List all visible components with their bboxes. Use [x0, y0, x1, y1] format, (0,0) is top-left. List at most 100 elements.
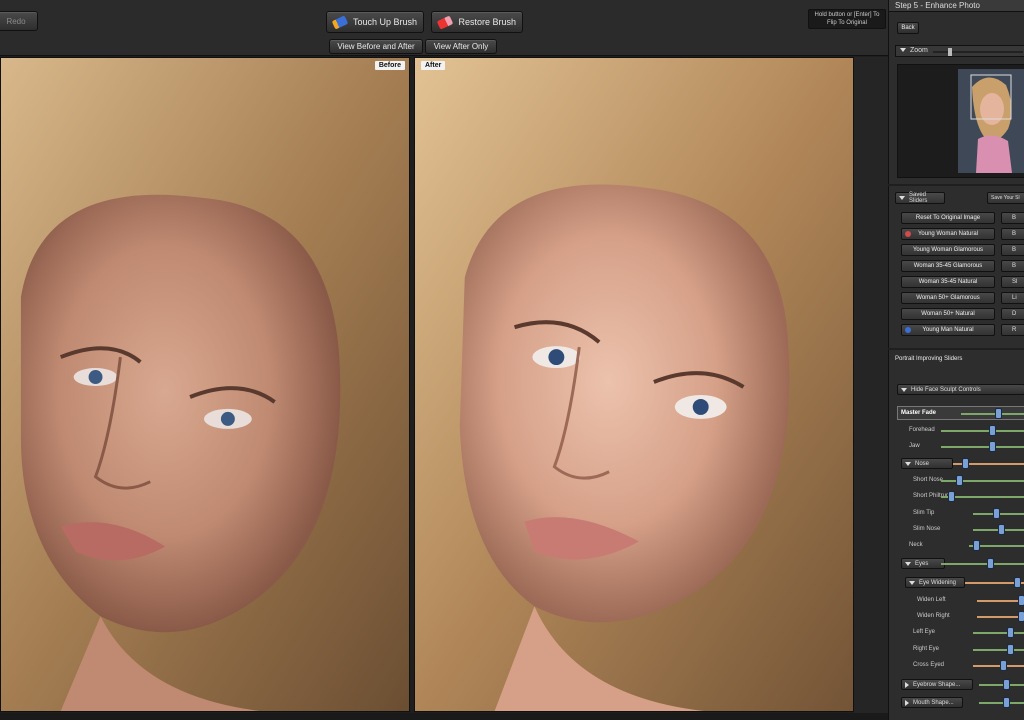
master-fade-slider-track[interactable]	[961, 409, 1024, 418]
preset-button[interactable]: Woman 50+ Glamorous	[901, 292, 995, 304]
widen-right-slider-track[interactable]	[977, 612, 1024, 621]
touch-up-brush-label: Touch Up Brush	[352, 17, 417, 27]
slim-nose-slider-thumb[interactable]	[999, 525, 1004, 534]
hide-face-sculpt-toggle[interactable]: Hide Face Sculpt Controls	[897, 384, 1024, 395]
preset-button[interactable]: Woman 35-45 Natural	[901, 276, 995, 288]
redo-button[interactable]: Redo	[0, 11, 38, 31]
cross-eyed-slider-thumb[interactable]	[1001, 661, 1006, 670]
before-label: Before	[374, 61, 405, 70]
neck-slider-thumb[interactable]	[974, 541, 979, 550]
forehead-slider[interactable]: Forehead	[889, 423, 1024, 439]
neck-slider-track[interactable]	[969, 541, 1024, 550]
slim-nose-slider-track[interactable]	[973, 525, 1024, 534]
mouth-shape-slider-track[interactable]	[979, 698, 1024, 707]
left-eye-slider[interactable]: Left Eye	[889, 625, 1024, 641]
mouth-shape-toggle-button[interactable]: Mouth Shape...	[901, 697, 963, 708]
mouth-shape-slider-thumb[interactable]	[1004, 698, 1009, 707]
slim-tip-slider-thumb[interactable]	[994, 509, 999, 518]
short-philtrum-slider[interactable]: Short Philtrum	[889, 489, 1024, 505]
right-eye-slider-track[interactable]	[973, 645, 1024, 654]
jaw-slider[interactable]: Jaw	[889, 439, 1024, 455]
slim-tip-slider-track[interactable]	[973, 509, 1024, 518]
short-nose-slider[interactable]: Short Nose	[889, 473, 1024, 489]
preset-button-right[interactable]: B	[1001, 260, 1024, 272]
short-nose-slider-track[interactable]	[941, 476, 1024, 485]
back-button[interactable]: Back	[897, 22, 919, 34]
panel-divider	[854, 57, 888, 720]
widen-right-slider[interactable]: Widen Right	[889, 609, 1024, 625]
left-eye-slider-thumb[interactable]	[1008, 628, 1013, 637]
short-philtrum-slider-thumb[interactable]	[949, 492, 954, 501]
preset-button[interactable]: Reset To Original Image	[901, 212, 995, 224]
eye-widening-slider-track[interactable]	[965, 578, 1024, 587]
short-nose-slider-thumb[interactable]	[957, 476, 962, 485]
zoom-slider-track[interactable]	[933, 48, 1023, 56]
nose-slider-track[interactable]	[953, 459, 1024, 468]
neck-slider[interactable]: Neck	[889, 538, 1024, 554]
widen-left-slider-track[interactable]	[977, 596, 1024, 605]
preset-button-right[interactable]: Sl	[1001, 276, 1024, 288]
preset-button-right[interactable]: R	[1001, 324, 1024, 336]
nose-slider[interactable]: Nose	[889, 456, 1024, 472]
eye-widening-slider-thumb[interactable]	[1015, 578, 1020, 587]
after-label: After	[421, 61, 446, 70]
navigator-preview[interactable]	[897, 64, 1024, 178]
widen-left-slider[interactable]: Widen Left	[889, 593, 1024, 609]
right-eye-slider[interactable]: Right Eye	[889, 642, 1024, 658]
bottom-scrollbar[interactable]	[0, 713, 888, 720]
jaw-slider-track[interactable]	[941, 442, 1024, 451]
preset-button-right[interactable]: B	[1001, 212, 1024, 224]
touch-up-brush-button[interactable]: Touch Up Brush	[326, 11, 424, 33]
after-photo[interactable]: After	[414, 57, 854, 712]
eyebrow-shape-slider-track[interactable]	[979, 680, 1024, 689]
mouth-shape-slider[interactable]: Mouth Shape...	[889, 695, 1024, 711]
before-photo[interactable]: Before	[0, 57, 410, 712]
preset-button[interactable]: Woman 35-45 Glamorous	[901, 260, 995, 272]
forehead-slider-thumb[interactable]	[990, 426, 995, 435]
master-fade-slider[interactable]: Master Fade	[889, 406, 1024, 422]
restore-brush-button[interactable]: Restore Brush	[431, 11, 523, 33]
preset-button[interactable]: Young Man Natural	[901, 324, 995, 336]
flip-to-original-button[interactable]: Hold button or [Enter] To Flip To Origin…	[808, 9, 886, 29]
eyebrow-shape-toggle-button[interactable]: Eyebrow Shape...	[901, 679, 973, 690]
eyes-slider-track[interactable]	[941, 559, 1024, 568]
forehead-slider-track[interactable]	[941, 426, 1024, 435]
right-eye-slider-thumb[interactable]	[1008, 645, 1013, 654]
back-label: Back	[901, 25, 915, 31]
nose-toggle-button[interactable]: Nose	[901, 458, 953, 469]
eye-widening-toggle-button[interactable]: Eye Widening	[905, 577, 965, 588]
preset-button[interactable]: Young Woman Glamorous	[901, 244, 995, 256]
slim-tip-label: Slim Tip	[913, 510, 935, 516]
widen-right-slider-thumb[interactable]	[1019, 612, 1024, 621]
preset-button[interactable]: Young Woman Natural	[901, 228, 995, 240]
view-after-only-button[interactable]: View After Only	[425, 39, 497, 54]
cross-eyed-slider-track[interactable]	[973, 661, 1024, 670]
preset-button-right[interactable]: Li	[1001, 292, 1024, 304]
view-before-after-button[interactable]: View Before and After	[329, 39, 423, 54]
zoom-control[interactable]: Zoom	[895, 45, 1024, 57]
eyes-slider-thumb[interactable]	[988, 559, 993, 568]
preset-button[interactable]: Woman 50+ Natural	[901, 308, 995, 320]
left-eye-slider-track[interactable]	[973, 628, 1024, 637]
master-fade-slider-thumb[interactable]	[996, 409, 1001, 418]
nose-slider-thumb[interactable]	[963, 459, 968, 468]
widen-left-slider-thumb[interactable]	[1019, 596, 1024, 605]
preset-button-right[interactable]: D	[1001, 308, 1024, 320]
eyebrow-shape-slider-thumb[interactable]	[1004, 680, 1009, 689]
eyes-slider[interactable]: Eyes	[889, 556, 1024, 572]
zoom-slider-thumb[interactable]	[948, 48, 952, 56]
cross-eyed-slider[interactable]: Cross Eyed	[889, 658, 1024, 674]
eye-widening-slider[interactable]: Eye Widening	[889, 575, 1024, 591]
preset-button-right[interactable]: B	[1001, 228, 1024, 240]
slim-nose-slider[interactable]: Slim Nose	[889, 522, 1024, 538]
slim-tip-slider[interactable]: Slim Tip	[889, 506, 1024, 522]
eyes-toggle-button[interactable]: Eyes	[901, 558, 945, 569]
after-portrait-image	[415, 58, 853, 711]
short-philtrum-slider-track[interactable]	[941, 492, 1024, 501]
preset-button-right[interactable]: B	[1001, 244, 1024, 256]
eyebrow-shape-slider[interactable]: Eyebrow Shape...	[889, 677, 1024, 693]
jaw-slider-thumb[interactable]	[990, 442, 995, 451]
master-fade-label: Master Fade	[901, 410, 937, 416]
saved-sliders-toggle[interactable]: Saved Sliders	[895, 192, 945, 204]
save-your-sliders-button[interactable]: Save Your Sl	[987, 192, 1024, 204]
